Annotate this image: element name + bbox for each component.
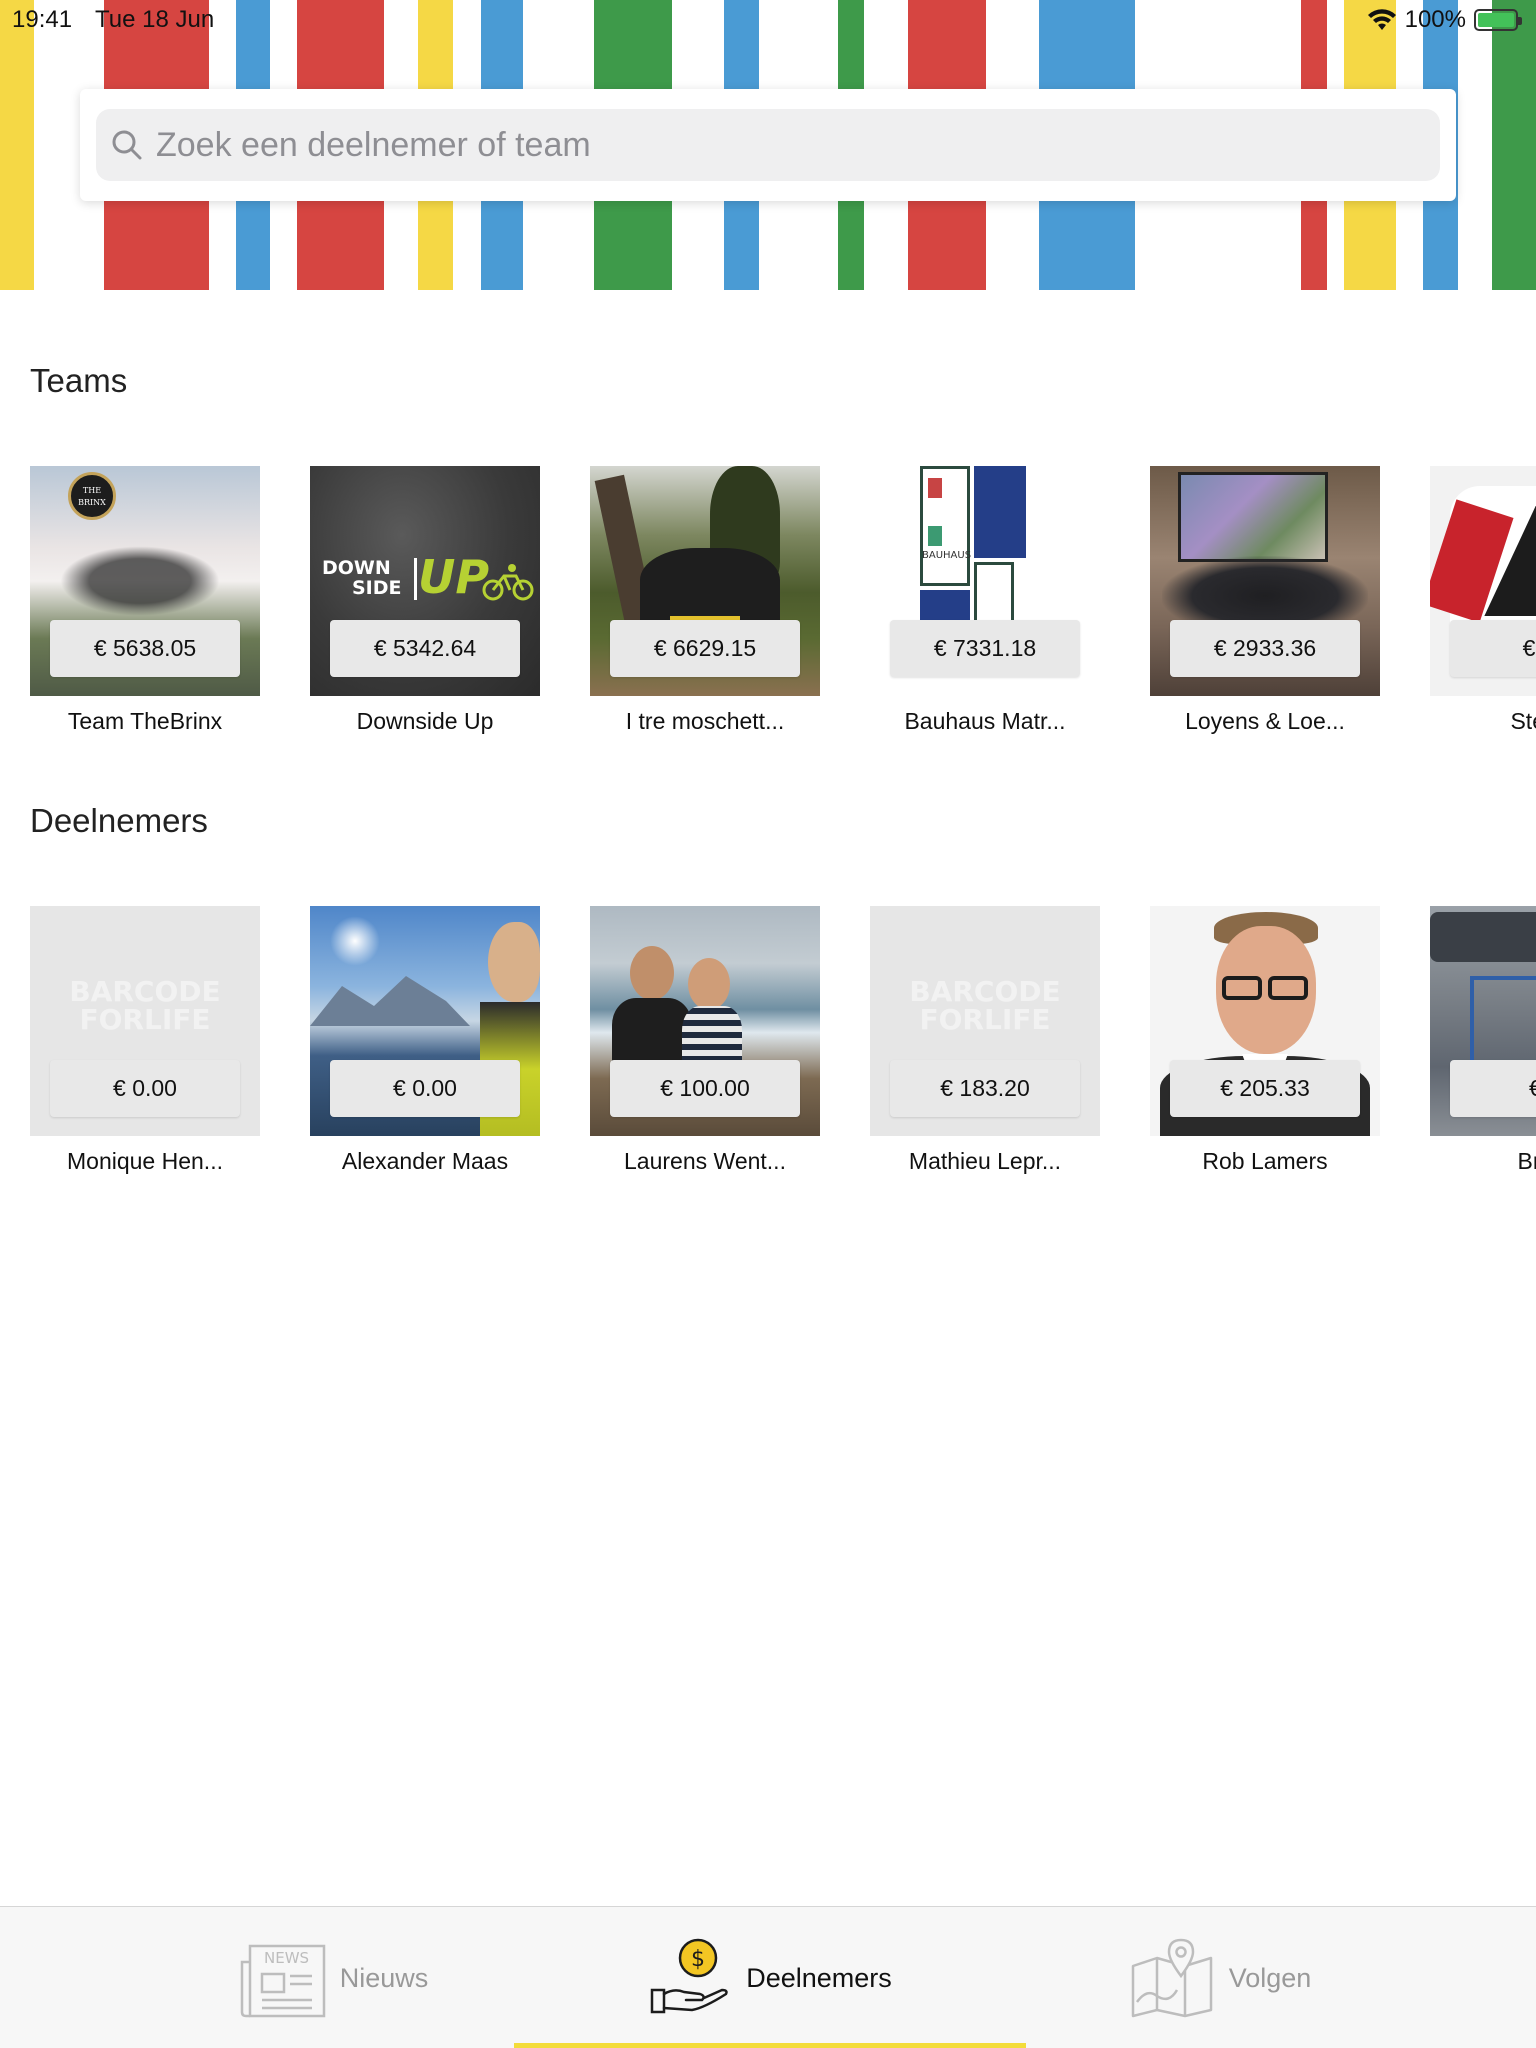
team-amount-badge: € 2933.36 [1170,620,1360,677]
team-name: Team TheBrinx [67,708,223,734]
participant-amount-badge: € 0.00 [330,1060,520,1117]
participants-section-title: Deelnemers [30,802,208,839]
search-card [80,89,1456,201]
participant-name: Mathieu Lepr... [908,1148,1062,1174]
tab-label: Deelnemers [746,1962,892,1993]
wifi-icon [1367,9,1396,30]
participant-amount-badge: € 100.00 [610,1060,800,1117]
downside-logo-bottom: SIDE [352,577,402,599]
battery-icon [1474,9,1522,31]
team-name: Loyens & Loe... [1185,708,1345,734]
team-card[interactable]: THE BRINX € 5638.05 Team TheBrinx [30,466,260,735]
team-card[interactable]: € 6629.15 I tre moschett... [590,466,820,735]
participant-card[interactable]: BARCODE FORLIFE € 183.20 Mathieu Lepr... [870,906,1100,1175]
brinx-logo-the: THE [82,486,102,495]
participant-card[interactable]: € 205.33 Rob Lamers [1150,906,1380,1175]
donate-hand-icon: $ [650,1938,728,2014]
status-right: 100% [1367,6,1522,34]
teams-section-title: Teams [30,362,128,399]
bottom-tab-bar: NEWS Nieuws $ Deelnemers Volgen [0,1906,1536,2048]
status-date: Tue 18 Jun [95,6,215,33]
team-card[interactable]: € 2933.36 Loyens & Loe... [1150,466,1380,735]
search-icon [112,130,142,160]
status-time: 19:41 [12,6,73,33]
team-name: Bauhaus Matr... [904,708,1066,734]
participants-row[interactable]: BARCODE FORLIFE € 0.00 Monique Hen... € … [30,906,1536,1206]
tab-volgen[interactable]: Volgen [1110,1907,1330,2048]
team-amount-badge: € 5638.05 [50,620,240,677]
banner-stripe [1492,0,1536,290]
cyclist-icon [482,564,534,601]
team-card[interactable]: DOWN SIDE UP € 5342.64 Downside Up [310,466,540,735]
tab-deelnemers[interactable]: $ Deelnemers [640,1907,900,2048]
team-amount-badge: € 81 [1450,620,1536,677]
participant-name: Alexander Maas [341,1148,509,1174]
team-amount-badge: € 6629.15 [610,620,800,677]
participant-amount-badge: € 3 [1450,1060,1536,1117]
downside-logo-top: DOWN [322,557,391,579]
battery-percent: 100% [1404,6,1466,33]
team-card[interactable]: BAUHAUS € 7331.18 Bauhaus Matr... [870,466,1100,735]
newspaper-icon-text: NEWS [264,1949,309,1967]
tab-nieuws[interactable]: NEWS Nieuws [224,1907,444,2048]
participant-amount-badge: € 205.33 [1170,1060,1360,1117]
participant-card[interactable]: € 0.00 Alexander Maas [310,906,540,1175]
downside-logo-up: UP [418,550,490,604]
team-amount-badge: € 5342.64 [330,620,520,677]
search-field[interactable] [96,109,1440,181]
participant-name: Laurens Went... [624,1148,786,1174]
participant-name: Rob Lamers [1202,1148,1328,1174]
participant-card[interactable]: € 100.00 Laurens Went... [590,906,820,1175]
participant-amount-badge: € 0.00 [50,1060,240,1117]
team-name: I tre moschett... [625,708,785,734]
team-card[interactable]: € 81 Stelvio [1430,466,1536,735]
brinx-logo-name: BRINX [78,498,106,507]
participant-amount-badge: € 183.20 [890,1060,1080,1117]
placeholder-logo-line2: FORLIFE [79,1003,211,1036]
team-amount-badge: € 7331.18 [890,620,1080,677]
participant-card[interactable]: BARCODE FORLIFE € 0.00 Monique Hen... [30,906,260,1175]
newspaper-icon: NEWS [240,1944,325,2018]
participant-name: Monique Hen... [67,1148,223,1174]
participant-name: Bram [1517,1148,1536,1174]
tab-label: Volgen [1228,1962,1312,1993]
tab-label: Nieuws [339,1962,429,1993]
placeholder-logo-line2: FORLIFE [919,1003,1051,1036]
map-pin-icon [1131,1938,1212,2018]
teams-row[interactable]: THE BRINX € 5638.05 Team TheBrinx DOWN S… [30,466,1536,766]
banner-stripe [0,0,34,290]
team-name: Stelvio [1510,708,1536,734]
participant-card[interactable]: € 3 Bram [1430,906,1536,1175]
team-name: Downside Up [356,708,494,734]
active-tab-indicator [514,2043,1026,2048]
status-bar: 19:41 Tue 18 Jun 100% [0,0,1536,40]
search-input[interactable] [156,125,1356,165]
svg-text:$: $ [691,1947,705,1972]
